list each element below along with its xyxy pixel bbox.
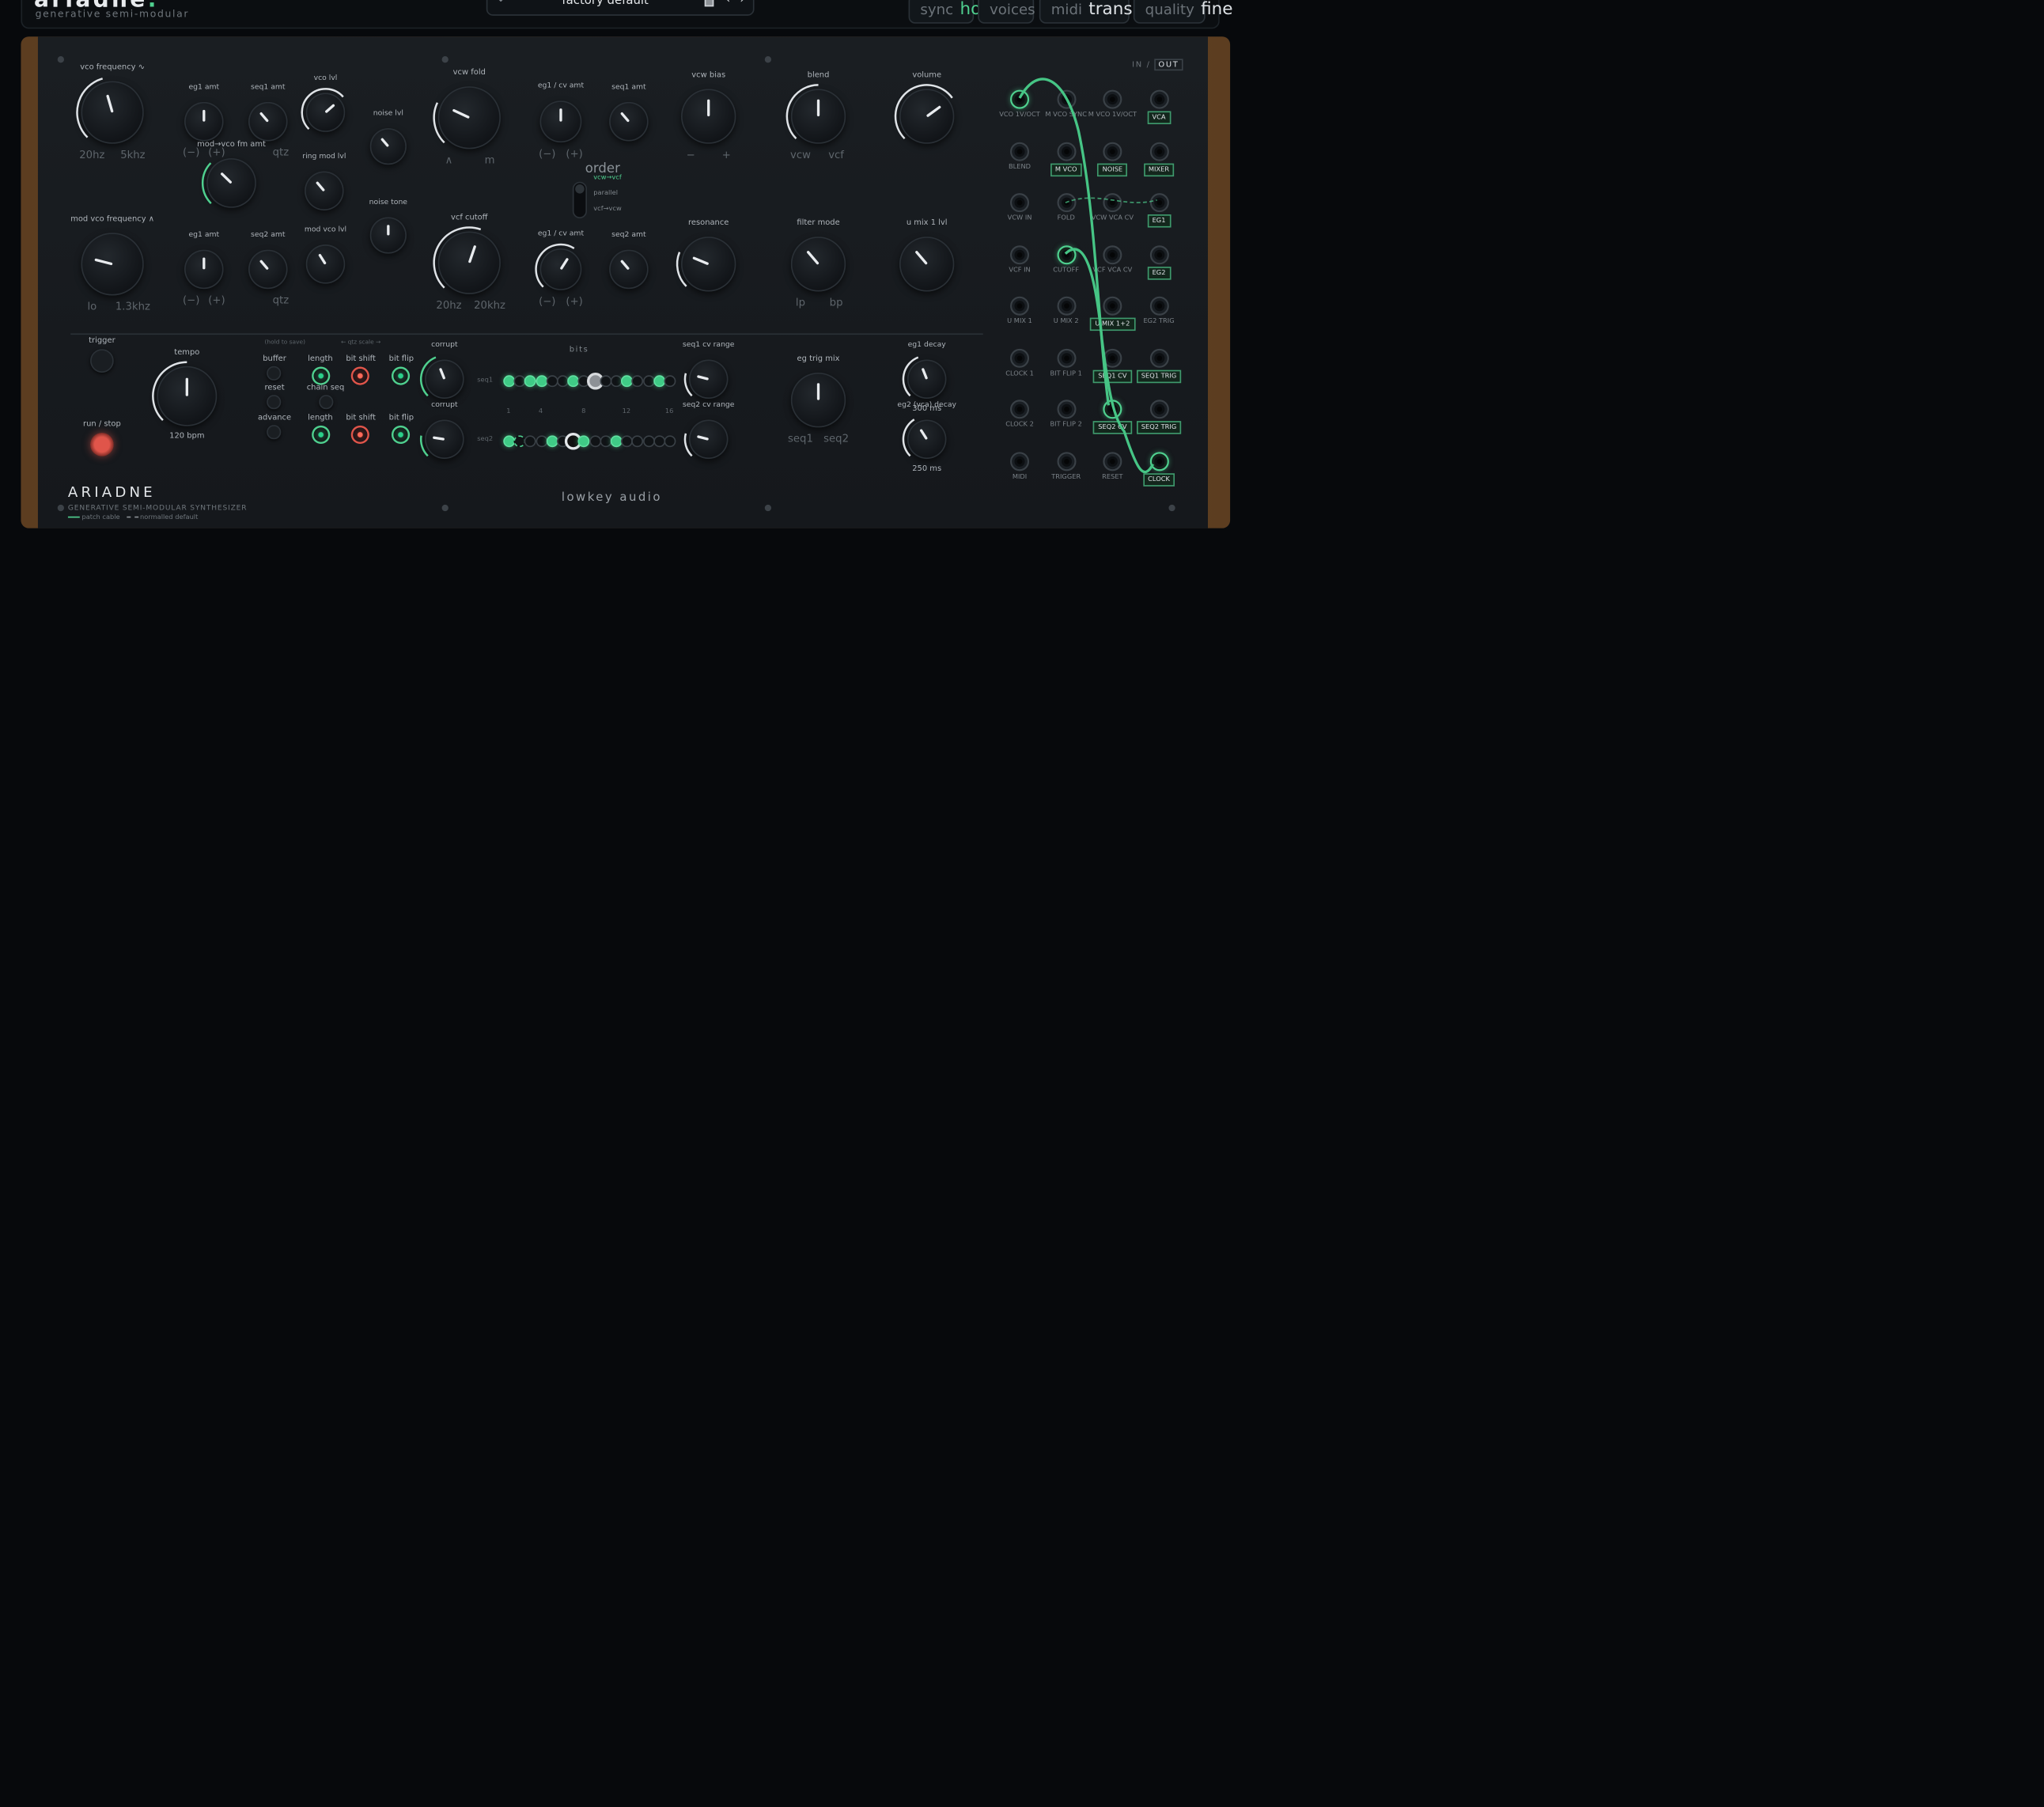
pill-key: quality: [1145, 1, 1194, 19]
pill-key: midi: [1050, 1, 1083, 19]
pill-value: fine: [1201, 0, 1233, 20]
pill-sync[interactable]: synchost: [908, 0, 997, 24]
maker-name: lowkey audio: [561, 491, 662, 505]
pill-voices[interactable]: voices1: [978, 0, 1053, 24]
patch-cables: [1018, 78, 1157, 474]
brand-tagline: GENERATIVE SEMI-MODULAR SYNTHESIZER: [67, 504, 248, 513]
cable-legend: patch cable normalled default: [67, 513, 198, 521]
pill-midi[interactable]: midi transpose: [1039, 0, 1173, 24]
pill-key: sync: [920, 1, 954, 19]
pill-quality[interactable]: quality fine: [1133, 0, 1233, 24]
pill-key: voices: [990, 1, 1035, 19]
brand-name: ARIADNE: [67, 483, 156, 501]
